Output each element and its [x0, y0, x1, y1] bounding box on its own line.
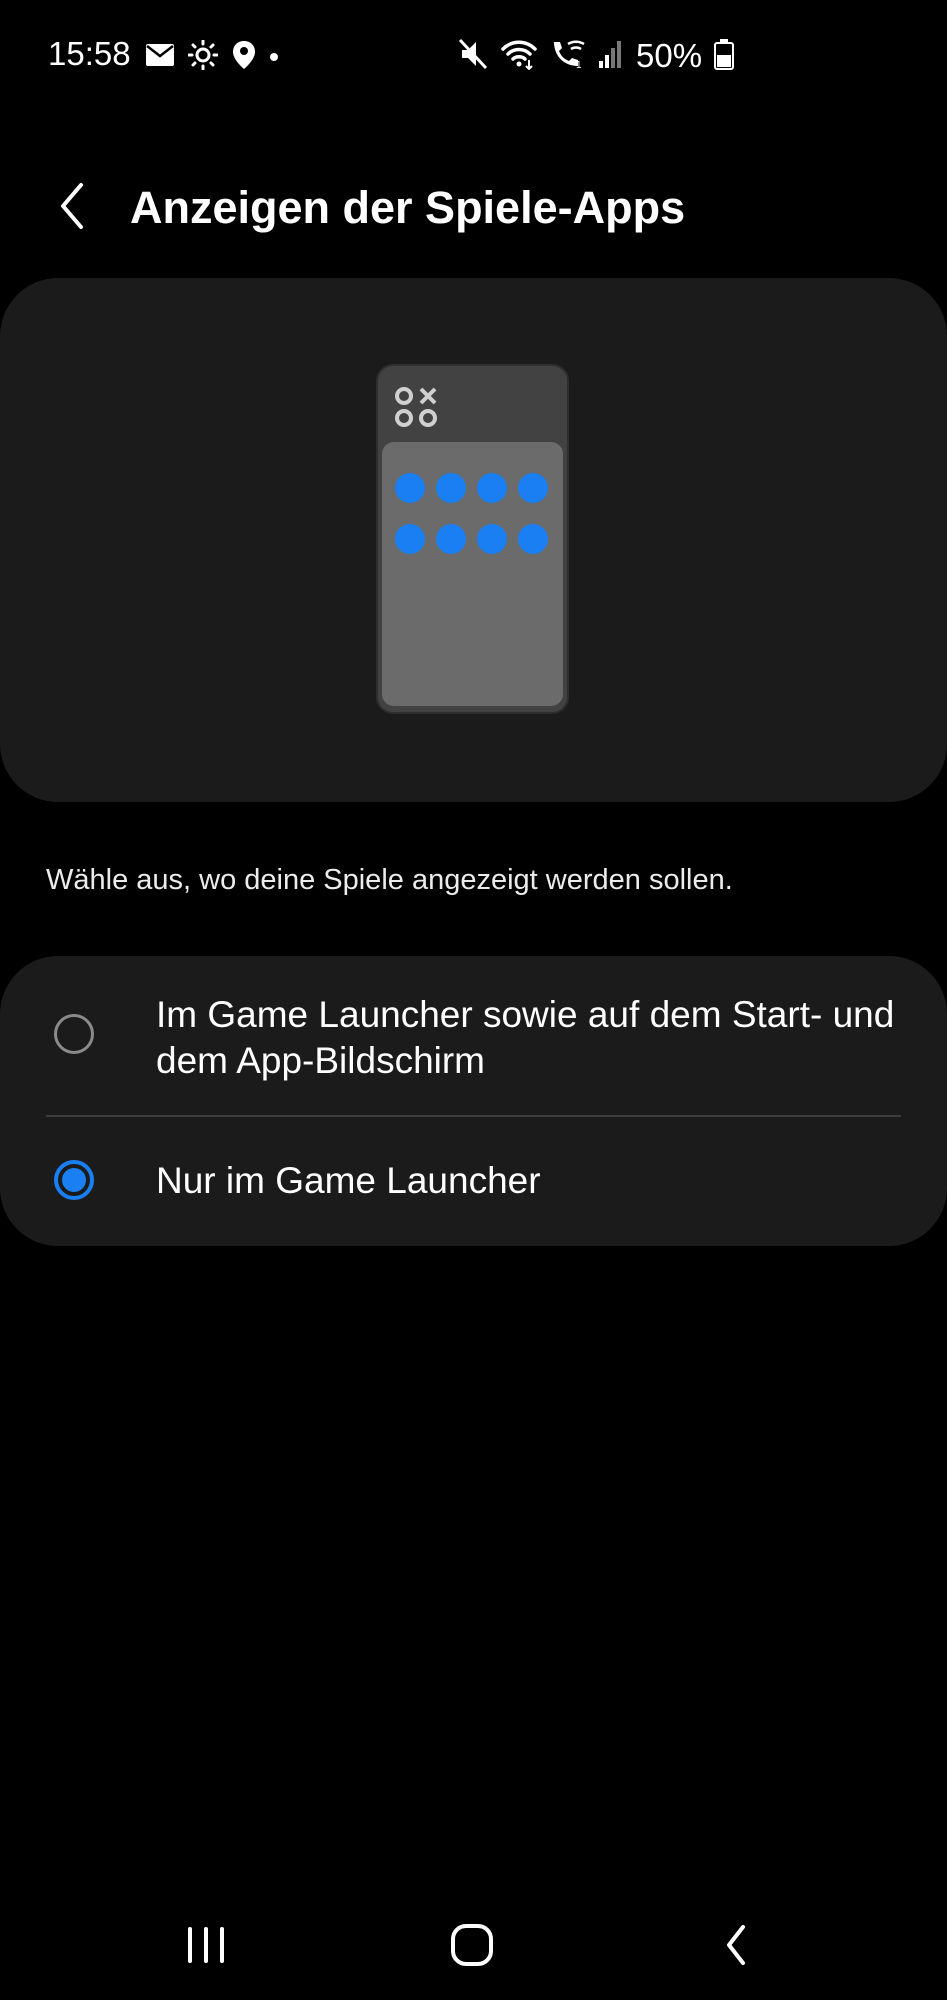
game-launcher-phone-illustration — [376, 364, 569, 714]
illustration-card — [0, 278, 947, 802]
nav-back-button[interactable] — [696, 1920, 776, 1970]
recent-apps-icon — [188, 1927, 224, 1963]
svg-text:1: 1 — [576, 60, 582, 70]
wifi-calling-icon: 1 — [550, 38, 586, 75]
signal-icon — [598, 39, 624, 74]
battery-percentage: 50% — [636, 37, 703, 74]
option-label: Im Game Launcher sowie auf dem Start- un… — [156, 994, 895, 1081]
option-launcher-and-home[interactable]: Im Game Launcher sowie auf dem Start- un… — [0, 956, 947, 1116]
options-card: Im Game Launcher sowie auf dem Start- un… — [0, 956, 947, 1246]
status-right-icons: 1 50% — [458, 36, 735, 76]
description-text: Wähle aus, wo deine Spiele angezeigt wer… — [46, 864, 733, 896]
header: Anzeigen der Spiele-Apps — [0, 160, 947, 250]
home-icon — [451, 1924, 493, 1966]
status-left-icons — [146, 39, 278, 75]
option-launcher-only[interactable]: Nur im Game Launcher — [0, 1116, 947, 1246]
notification-dot — [270, 53, 278, 61]
navigation-bar — [0, 1900, 947, 2000]
radio-selected[interactable] — [54, 1160, 94, 1200]
back-button[interactable] — [44, 178, 100, 234]
wifi-icon — [500, 38, 538, 75]
status-time: 15:58 — [48, 35, 131, 72]
radio-unselected[interactable] — [54, 1014, 94, 1054]
chevron-left-icon — [61, 183, 83, 229]
option-label: Nur im Game Launcher — [156, 1160, 541, 1201]
recent-apps-button[interactable] — [166, 1920, 246, 1970]
location-icon — [232, 40, 256, 75]
mute-icon — [458, 38, 488, 75]
brightness-icon — [187, 39, 219, 75]
page-title: Anzeigen der Spiele-Apps — [130, 182, 686, 233]
radio-selected-dot — [62, 1168, 86, 1192]
battery-icon — [714, 38, 735, 75]
mail-icon — [146, 43, 174, 71]
back-icon — [727, 1925, 745, 1965]
home-button[interactable] — [432, 1920, 512, 1970]
status-bar: 15:58 1 50% — [0, 0, 947, 112]
